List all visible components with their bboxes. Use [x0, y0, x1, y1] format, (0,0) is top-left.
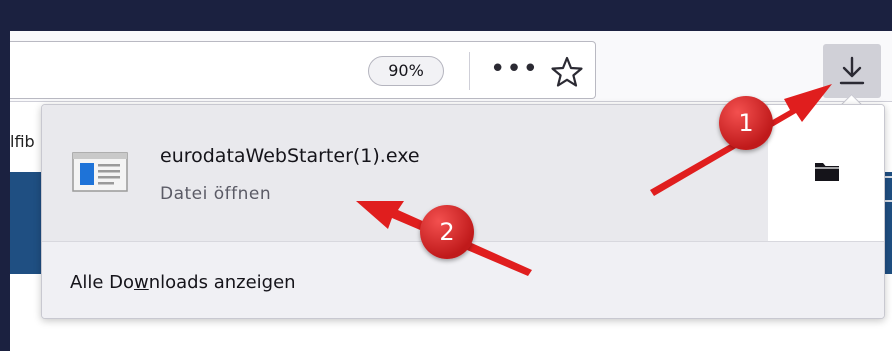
annotation-callout-2: 2	[420, 205, 474, 259]
annotation-callout-1: 1	[719, 96, 773, 150]
download-status: Datei öffnen	[160, 184, 272, 204]
urlbar-separator	[469, 52, 470, 90]
folder-icon	[815, 163, 839, 181]
star-icon[interactable]	[549, 54, 585, 90]
downloads-button[interactable]	[823, 44, 881, 98]
download-arrow-icon	[839, 56, 865, 85]
show-all-downloads-label: Alle Downloads anzeigen	[70, 272, 296, 293]
more-horizontal-icon[interactable]: •••	[490, 56, 538, 83]
zoom-level-button[interactable]: 90%	[368, 56, 444, 86]
show-all-downloads-button[interactable]: Alle Downloads anzeigen	[42, 242, 884, 318]
page-partial-text: lfib	[10, 132, 35, 151]
window-edge	[0, 0, 10, 351]
download-item[interactable]: eurodataWebStarter(1).exe Datei öffnen	[42, 105, 768, 241]
download-file-name: eurodataWebStarter(1).exe	[160, 145, 420, 167]
title-bar	[10, 0, 892, 31]
browser-window: 90% ••• lfib eurodataWebStarter(1).exe D…	[0, 0, 892, 351]
exe-window-icon	[72, 152, 128, 192]
open-containing-folder-button[interactable]	[768, 105, 884, 241]
